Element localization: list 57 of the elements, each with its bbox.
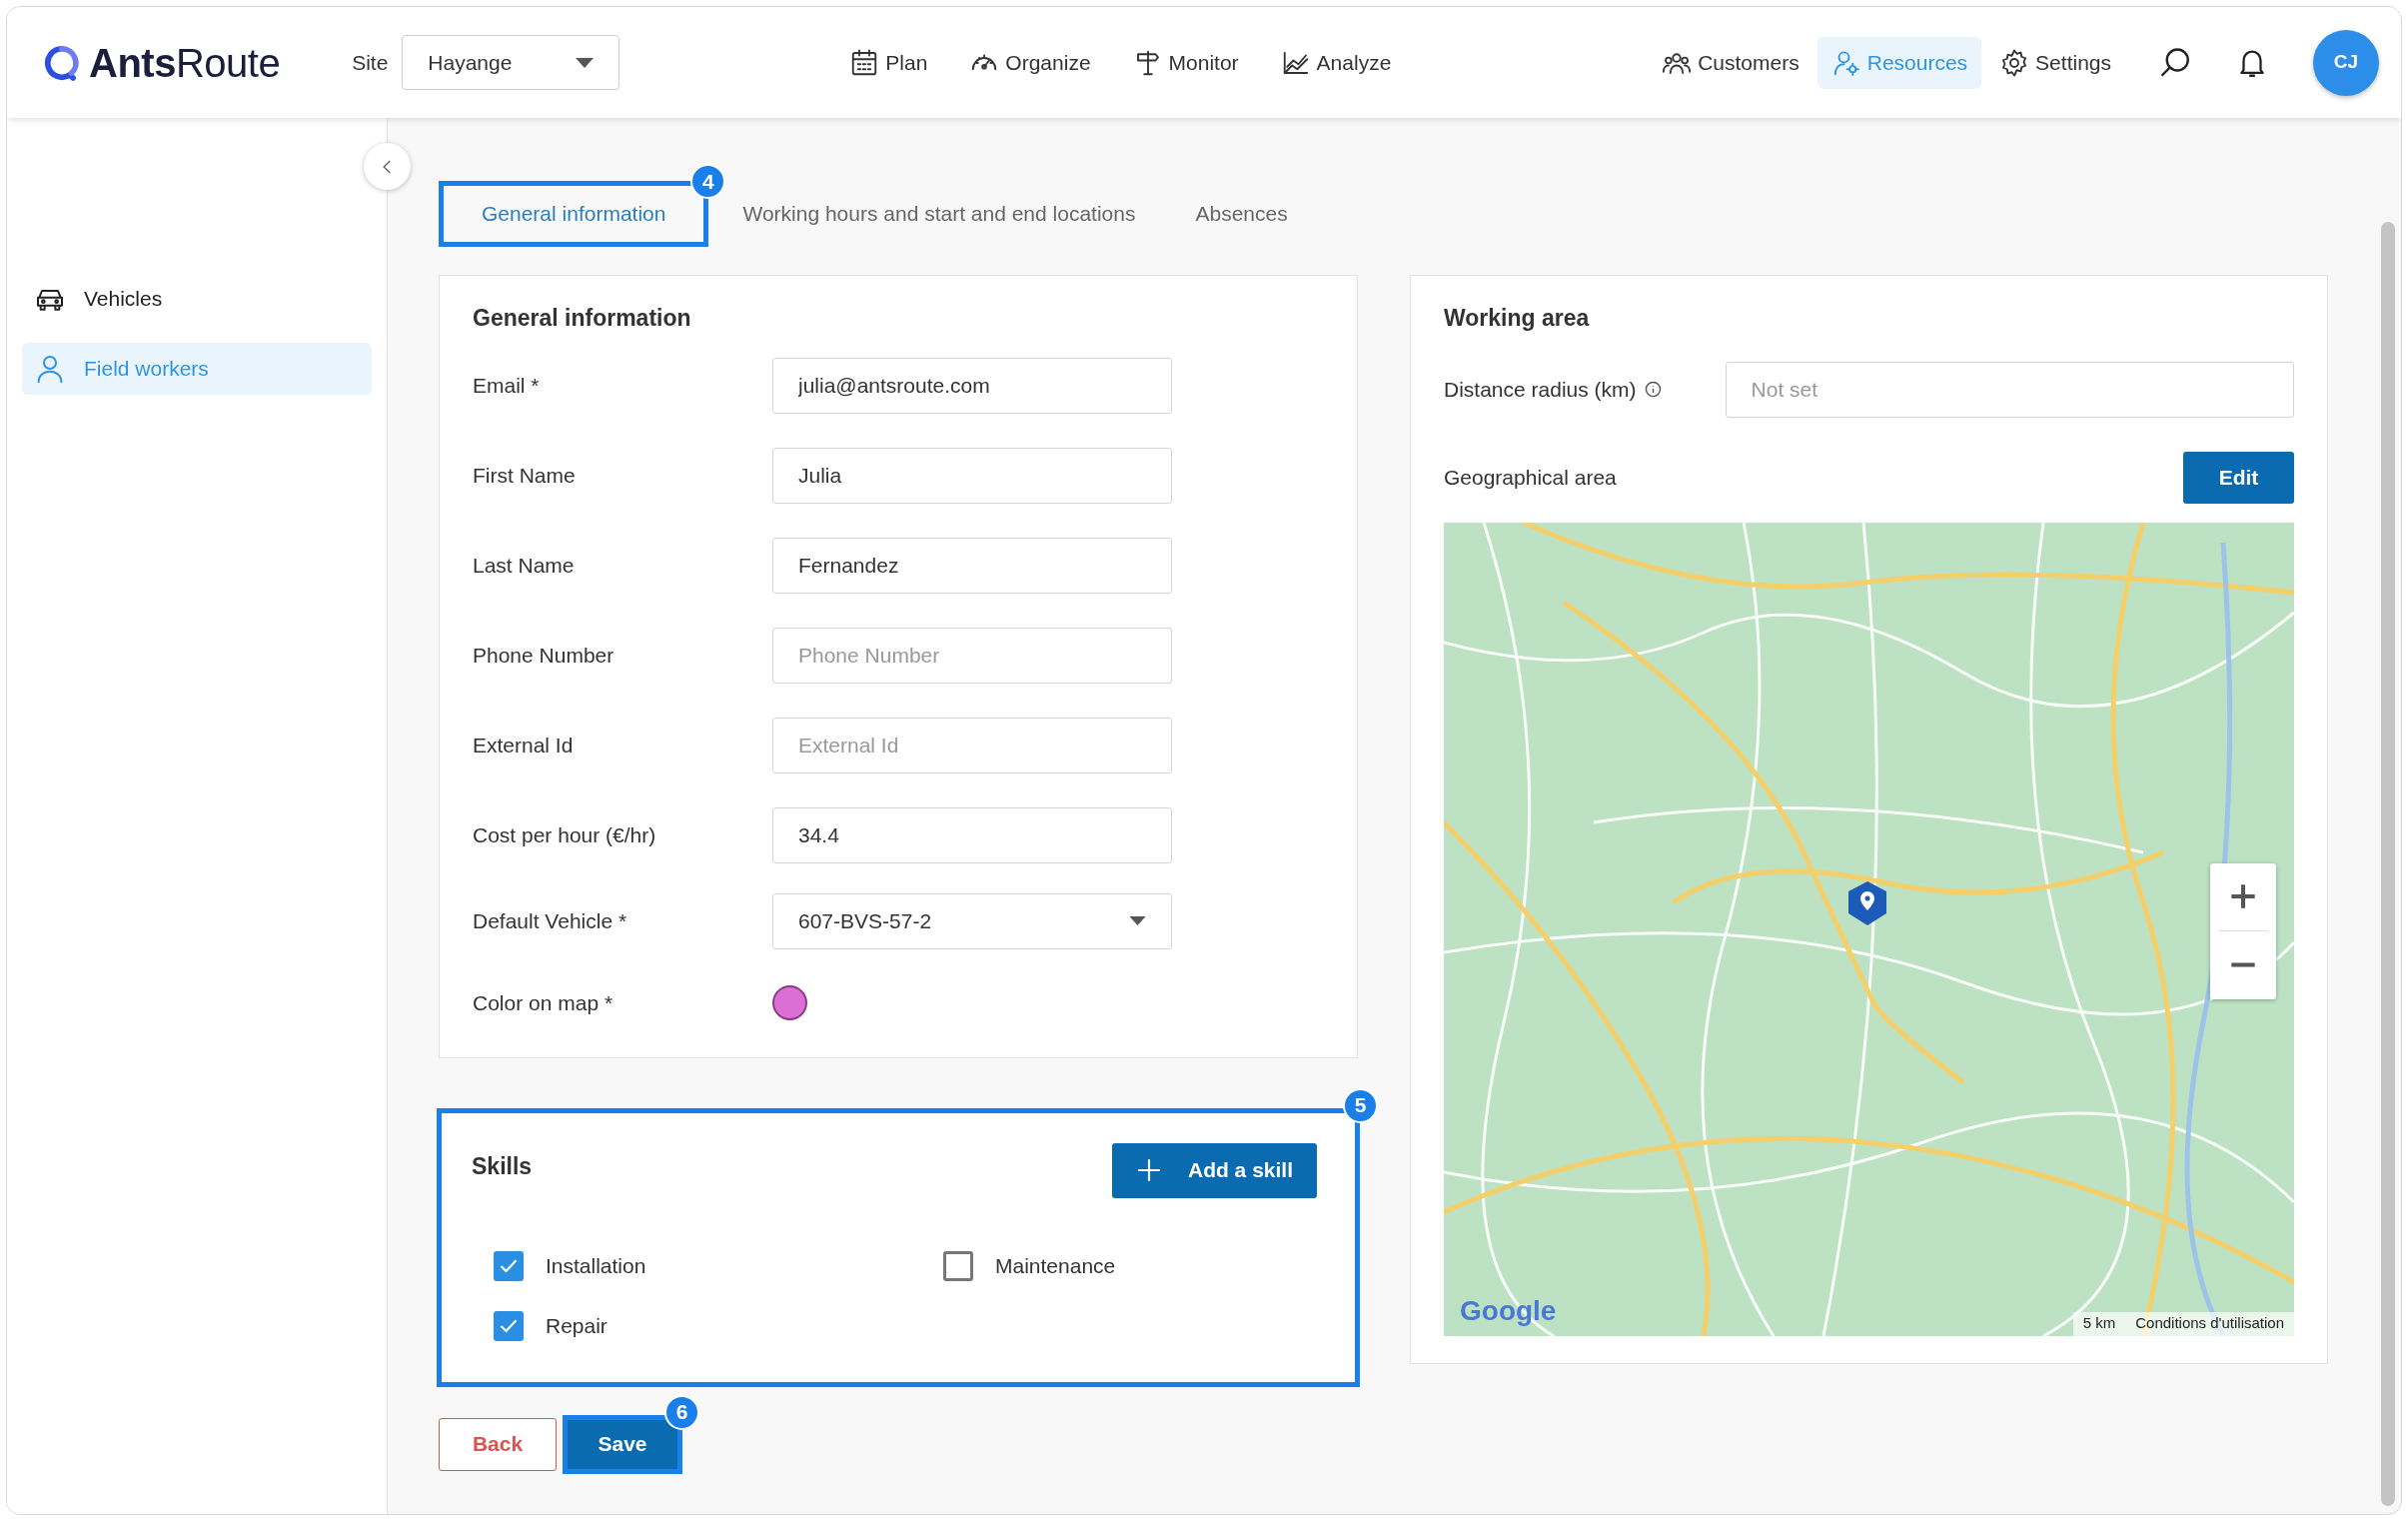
checkbox[interactable] [494,1250,524,1281]
map-pin-icon[interactable] [1845,878,1889,927]
checkbox[interactable] [494,1310,524,1341]
nav-link[interactable]: Customers [1648,36,1813,89]
caret-icon [1129,916,1146,925]
section-title: Working area [1444,304,1591,333]
back-button[interactable]: Back [439,1417,557,1471]
input-field[interactable]: Not set [1725,361,2294,418]
checkbox-label: Installation [546,1252,646,1279]
field-label: Geographical area [1444,464,1617,491]
caret-icon [576,57,595,68]
logo-icon [43,43,81,82]
input-field[interactable]: Fernandez [772,537,1172,594]
minus-icon [2229,961,2257,967]
logo-text[interactable]: AntsRoute [89,32,281,93]
map-scale: 5 km [2082,1313,2116,1334]
plus-icon [2229,882,2257,910]
field-label: Default Vehicle * [473,907,628,934]
plus-icon [1135,1157,1162,1183]
field-label: Distance radius (km) [1444,376,1637,403]
site-label: Site [352,49,389,76]
field-label: Phone Number [473,642,615,669]
checkbox-label: Maintenance [995,1252,1116,1279]
nav-link[interactable]: Settings [1985,36,2125,89]
nav-link[interactable]: Analyze [1266,36,1406,89]
checkbox[interactable] [943,1250,973,1281]
input-field[interactable]: julia@antsroute.com [772,357,1172,414]
nav-link[interactable]: Organize [955,36,1105,89]
scrollbar[interactable] [2381,222,2395,1506]
sidebar-item[interactable]: Vehicles [22,273,372,325]
checkbox-label: Repair [546,1312,607,1339]
tab[interactable]: Absences [1165,181,1318,247]
nav-link[interactable]: Monitor [1118,36,1253,89]
input-field[interactable]: External Id [772,717,1172,773]
select-field[interactable]: 607-BVS-57-2 [772,892,1172,949]
section-title: Skills [472,1151,533,1181]
step-badge: 6 [664,1394,699,1430]
input-field[interactable]: Phone Number [772,627,1172,684]
info-icon[interactable] [1644,381,1662,398]
add-skill-button[interactable]: Add a skill [1111,1142,1317,1198]
field-label: Last Name [473,552,576,579]
field-label: First Name [473,462,577,489]
field-label: Cost per hour (€/hr) [473,821,657,848]
field-label: Email * [473,372,541,399]
edit-button[interactable]: Edit [2183,451,2294,504]
nav-link[interactable]: Plan [835,36,942,89]
map-logo: Google [1460,1293,1557,1328]
step-badge: 4 [690,164,726,199]
site-select[interactable]: Hayange [402,35,620,90]
map-terms-link[interactable]: Conditions d'utilisation [2135,1312,2284,1335]
field-label: Color on map * [473,989,614,1016]
color-swatch[interactable] [772,985,807,1020]
field-label: External Id [473,732,575,759]
input-field[interactable]: 34.4 [772,806,1172,863]
input-field[interactable]: Julia [772,447,1172,504]
section-title: General information [473,304,692,333]
step-badge: 5 [1343,1087,1378,1123]
